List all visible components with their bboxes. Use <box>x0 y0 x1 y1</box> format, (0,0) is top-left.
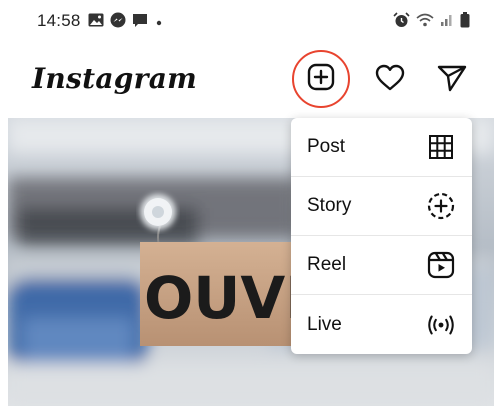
top-app-bar: Instagram <box>0 48 494 112</box>
menu-item-reel[interactable]: Reel <box>291 236 472 295</box>
create-button[interactable] <box>292 50 350 108</box>
live-icon <box>426 310 456 340</box>
notification-icons <box>88 12 164 33</box>
create-icon <box>306 62 336 97</box>
menu-item-story[interactable]: Story <box>291 177 472 236</box>
create-menu: Post Story Reel Live <box>291 118 472 354</box>
alarm-icon <box>393 12 410 33</box>
status-bar: 14:58 <box>0 0 494 40</box>
chat-icon <box>132 13 148 33</box>
direct-message-button[interactable] <box>434 62 470 98</box>
heart-icon <box>375 64 405 97</box>
menu-item-live[interactable]: Live <box>291 295 472 354</box>
signal-icon <box>440 13 454 32</box>
menu-item-label: Post <box>307 136 346 157</box>
menu-item-post[interactable]: Post <box>291 118 472 177</box>
battery-icon <box>460 12 470 33</box>
reel-icon <box>426 250 456 280</box>
system-status-icons <box>393 12 470 33</box>
menu-item-label: Reel <box>307 254 347 275</box>
messenger-icon <box>110 12 126 33</box>
status-time: 14:58 <box>37 11 81 30</box>
menu-item-label: Story <box>307 195 352 216</box>
direct-message-icon <box>437 64 467 97</box>
instagram-logo[interactable]: Instagram <box>32 62 197 95</box>
grid-icon <box>426 132 456 162</box>
dot-icon <box>154 14 164 32</box>
menu-item-label: Live <box>307 313 342 335</box>
wifi-icon <box>416 13 434 32</box>
activity-button[interactable] <box>372 62 408 98</box>
gallery-icon <box>88 13 104 32</box>
story-add-icon <box>426 191 456 221</box>
